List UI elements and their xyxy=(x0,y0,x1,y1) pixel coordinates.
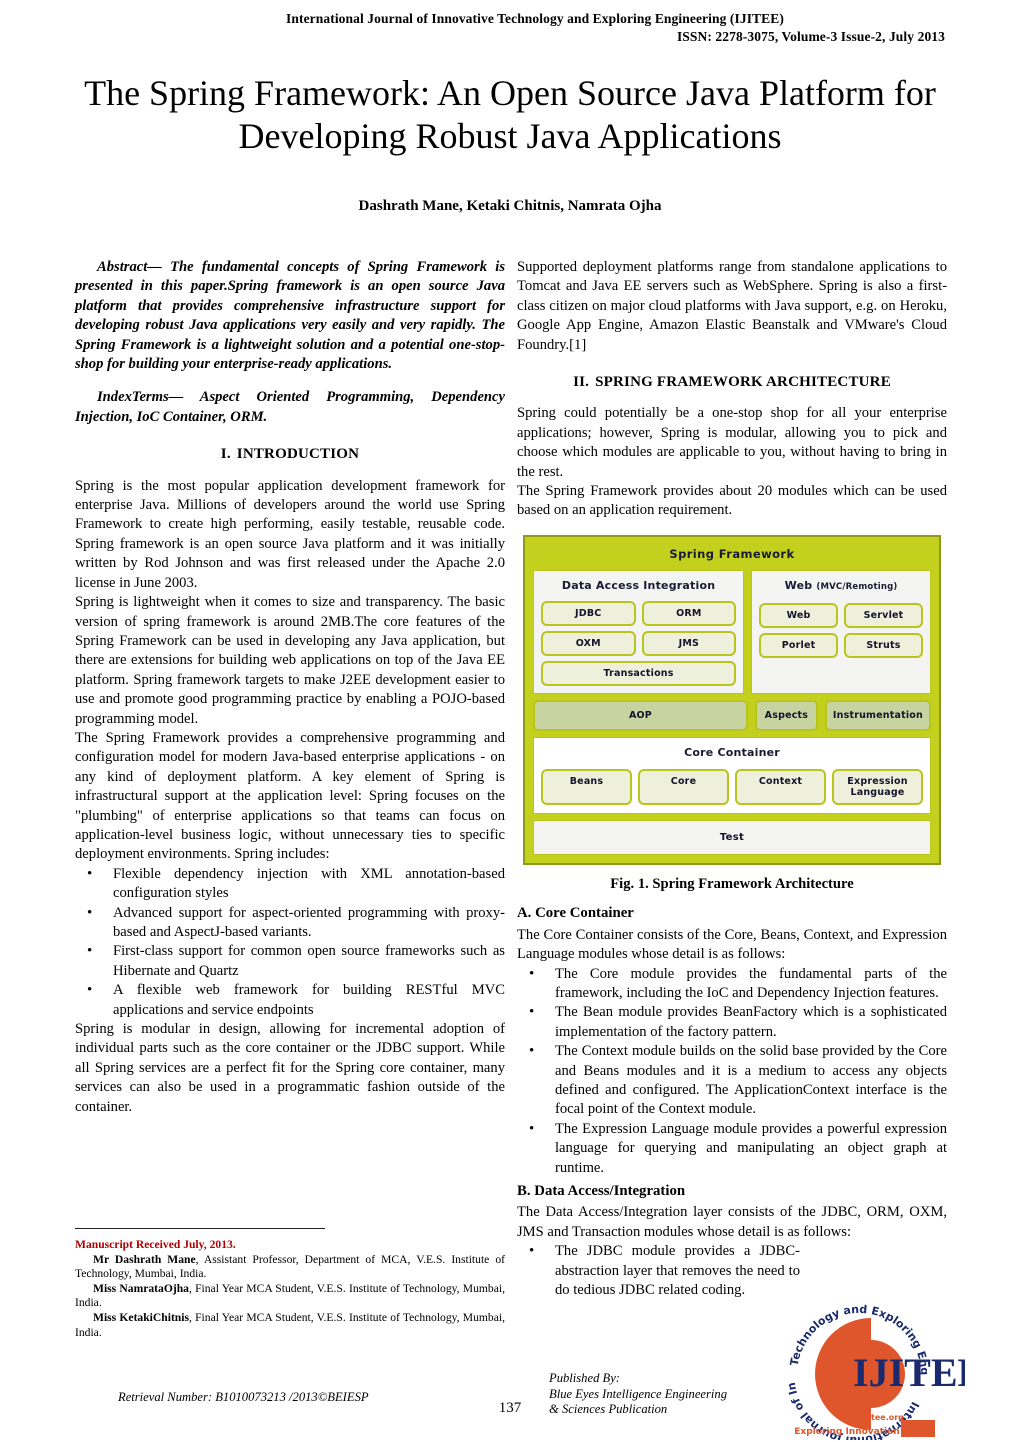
module-box: JMS xyxy=(641,630,737,656)
core-container-lead: The Core Container consists of the Core,… xyxy=(517,926,947,963)
running-head: International Journal of Innovative Tech… xyxy=(75,10,945,46)
intro-bullet-list: Flexible dependency injection with XML a… xyxy=(75,865,505,1020)
core-container-panel: Core Container Beans Core Context Expres… xyxy=(533,737,931,814)
data-access-lead: The Data Access/Integration layer consis… xyxy=(517,1204,947,1240)
figure-caption: Fig. 1. Spring Framework Architecture xyxy=(610,875,854,892)
footnote-entry: Miss NamrataOjha, Final Year MCA Student… xyxy=(75,1282,505,1311)
left-column: Abstract— The fundamental concepts of Sp… xyxy=(75,258,505,1117)
footnote-block: Manuscript Received July, 2013. Mr Dashr… xyxy=(75,1228,505,1340)
logo-tagline: Exploring Innovation xyxy=(794,1427,899,1437)
core-container-bullet-list: The Core module provides the fundamental… xyxy=(517,965,947,1178)
section-heading-introduction: I. INTRODUCTION xyxy=(75,445,505,464)
module-box: Web xyxy=(759,602,839,628)
paper-page: International Journal of Innovative Tech… xyxy=(0,0,1020,1442)
footnote-rule xyxy=(75,1228,325,1229)
band-instrumentation: Instrumentation xyxy=(824,699,931,732)
intro-paragraph-1: Spring is the most popular application d… xyxy=(75,477,505,591)
diagram-title: Spring Framework xyxy=(669,546,795,561)
subsection-heading-core-container: A. Core Container xyxy=(517,905,634,922)
list-item: The Context module builds on the solid b… xyxy=(529,1042,947,1120)
intro-closing-paragraph: Spring is modular in design, allowing fo… xyxy=(75,1021,505,1115)
panel-title: Data Access Integration xyxy=(561,579,716,593)
architecture-paragraph-2: The Spring Framework provides about 20 m… xyxy=(517,483,947,519)
web-panel-sublabel: (MVC/Remoting) xyxy=(816,582,898,593)
module-box: OXM xyxy=(541,630,636,656)
section-title: INTRODUCTION xyxy=(236,446,360,463)
abstract-text: Abstract— The fundamental concepts of Sp… xyxy=(75,259,505,373)
module-box: Struts xyxy=(844,632,923,658)
module-box: Transactions xyxy=(541,660,737,686)
footnote-author-name: Mr Dashrath Mane xyxy=(93,1252,196,1266)
ijitee-logo: Technology and Exploring Engineering Int… xyxy=(775,1292,965,1440)
web-panel-label: Web xyxy=(784,579,813,593)
core-container-modules: Beans Core Context Expression Language xyxy=(541,768,923,805)
running-head-issue: ISSN: 2278-3075, Volume-3 Issue-2, July … xyxy=(676,29,945,44)
web-panel: Web (MVC/Remoting) Web Servlet Porlet St… xyxy=(751,570,931,694)
module-box: Expression Language xyxy=(832,768,923,805)
architecture-paragraph-1: Spring could potentially be a one-stop s… xyxy=(517,405,947,480)
author-list: Dashrath Mane, Ketaki Chitnis, Namrata O… xyxy=(358,198,662,214)
index-terms: IndexTerms— Aspect Oriented Programming,… xyxy=(75,389,505,425)
spring-architecture-diagram: Spring Framework Data Access Integration… xyxy=(523,534,941,865)
footnote-heading: Manuscript Received July, 2013. xyxy=(75,1238,236,1251)
section-number: I. xyxy=(220,446,231,463)
published-by-label: Published By: xyxy=(549,1371,620,1385)
panel-title: Web (MVC/Remoting) xyxy=(759,576,923,597)
right-intro-paragraph: Supported deployment platforms range fro… xyxy=(517,259,947,353)
module-box: Core xyxy=(638,768,729,805)
intro-paragraph-2: Spring is lightweight when it comes to s… xyxy=(75,594,505,727)
module-box: ORM xyxy=(641,600,737,626)
list-item: The Core module provides the fundamental… xyxy=(529,965,947,1004)
running-head-journal: International Journal of Innovative Tech… xyxy=(286,11,784,26)
publisher-name-line-1: Blue Eyes Intelligence Engineering xyxy=(549,1386,727,1401)
data-access-integration-panel: Data Access Integration JDBC ORM OXM JMS… xyxy=(533,570,745,694)
module-box: Servlet xyxy=(844,602,923,628)
band-aop: AOP xyxy=(533,699,748,732)
list-item: Advanced support for aspect-oriented pro… xyxy=(87,904,505,943)
footnote-entry: Mr Dashrath Mane, Assistant Professor, D… xyxy=(75,1253,505,1282)
core-container-title: Core Container xyxy=(684,746,780,760)
module-box: Porlet xyxy=(759,632,839,658)
publisher-block: Published By: Blue Eyes Intelligence Eng… xyxy=(549,1371,727,1418)
logo-banner-shape xyxy=(901,1420,935,1437)
subsection-heading-data-access: B. Data Access/Integration xyxy=(517,1183,686,1199)
list-item: The Expression Language module provides … xyxy=(529,1120,947,1178)
list-item: The Bean module provides BeanFactory whi… xyxy=(529,1003,947,1042)
diagram-top-row: Data Access Integration JDBC ORM OXM JMS… xyxy=(533,570,931,694)
publisher-name-line-2: & Sciences Publication xyxy=(549,1402,668,1416)
data-access-modules: JDBC ORM OXM JMS Transactions xyxy=(541,600,737,686)
module-box: Beans xyxy=(541,768,632,805)
footnote-entry: Miss KetakiChitnis, Final Year MCA Stude… xyxy=(75,1311,505,1340)
section-heading-architecture: II. SPRING FRAMEWORK ARCHITECTURE xyxy=(517,373,947,392)
module-box: JDBC xyxy=(541,600,636,626)
intro-paragraph-3: The Spring Framework provides a comprehe… xyxy=(75,729,505,863)
module-box: Context xyxy=(735,768,826,805)
right-column: Supported deployment platforms range fro… xyxy=(517,258,947,1300)
list-item: Flexible dependency injection with XML a… xyxy=(87,865,505,904)
footnote-author-name: Miss KetakiChitnis xyxy=(93,1310,189,1324)
diagram-band-row: AOP Aspects Instrumentation xyxy=(533,699,931,732)
test-panel: Test xyxy=(533,819,931,855)
band-aspects: Aspects xyxy=(754,699,818,732)
footnote-author-name: Miss NamrataOjha xyxy=(93,1281,189,1295)
logo-url: www.ijitee.org xyxy=(838,1413,904,1422)
page-title: The Spring Framework: An Open Source Jav… xyxy=(84,73,936,156)
figure-1-wrapper: Spring Framework Data Access Integration… xyxy=(517,534,947,865)
section-number: II. xyxy=(573,374,590,391)
web-modules: Web Servlet Porlet Struts xyxy=(759,602,923,658)
list-item: The JDBC module provides a JDBC-abstract… xyxy=(529,1242,800,1300)
logo-acronym: IJITEE xyxy=(853,1350,965,1395)
list-item: First-class support for common open sour… xyxy=(87,942,505,981)
list-item: A flexible web framework for building RE… xyxy=(87,981,505,1020)
section-title: SPRING FRAMEWORK ARCHITECTURE xyxy=(595,374,891,391)
